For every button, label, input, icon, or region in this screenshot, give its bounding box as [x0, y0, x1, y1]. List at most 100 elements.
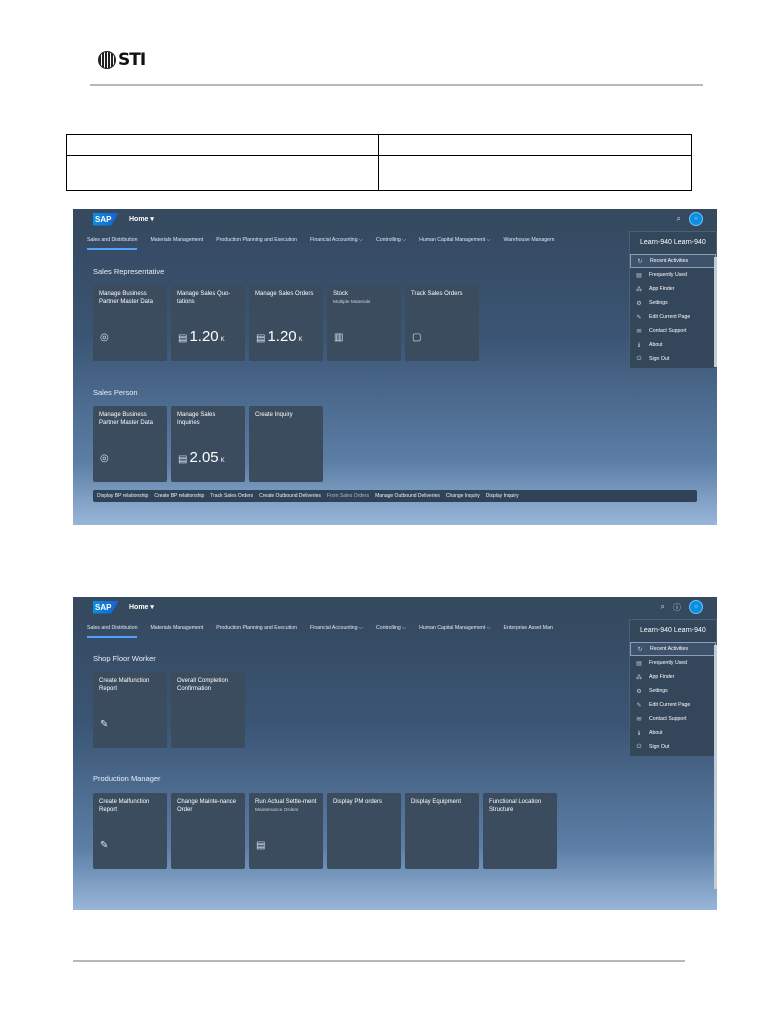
sap-logo[interactable]: SAP: [93, 212, 119, 226]
menu-item-icon: ↻: [637, 258, 643, 265]
app-tile[interactable]: Run Actual Settle-ment Maintenance Orders…: [249, 793, 323, 869]
tab[interactable]: Sales and Distribution: [87, 237, 138, 250]
tab[interactable]: Human Capital Management ⌵: [419, 237, 490, 244]
tab[interactable]: Controlling ⌵: [376, 625, 406, 632]
menu-item[interactable]: ⚙ Settings: [630, 684, 716, 698]
quick-link[interactable]: Display Inquiry: [486, 493, 519, 499]
menu-item[interactable]: ⁂ App Finder: [630, 670, 716, 684]
app-tile[interactable]: Create Malfunction Report ✎: [93, 793, 167, 869]
tab[interactable]: Financial Accounting ⌵: [310, 237, 363, 244]
quick-link[interactable]: Create BP relationship: [154, 493, 204, 499]
tab[interactable]: Human Capital Management ⌵: [419, 625, 490, 632]
app-tile[interactable]: Functional Location Structure: [483, 793, 557, 869]
sap-logo[interactable]: SAP: [93, 600, 119, 614]
quick-link[interactable]: Change Inquiry: [446, 493, 480, 499]
tab[interactable]: Financial Accounting ⌵: [310, 625, 363, 632]
tile-subtitle: Multiple Materials: [333, 299, 371, 305]
tile-kpi: ▤ 1.20 K: [256, 328, 303, 345]
header-rule: [90, 84, 703, 86]
menu-item[interactable]: ⏻ Sign Out: [630, 352, 716, 366]
user-menu: Learn-940 Learn-940 ↻ Recent Activities ▤ Fr…: [629, 619, 717, 757]
app-tile[interactable]: Track Sales Orders ▢: [405, 285, 479, 361]
user-avatar[interactable]: ○: [689, 212, 703, 226]
document-icon: ▤: [256, 333, 266, 344]
table-cell: [67, 135, 379, 155]
group-title: Sales Person: [93, 388, 138, 397]
menu-item[interactable]: ✎ Edit Current Page: [630, 310, 716, 324]
kpi-value: 1.20: [267, 328, 297, 345]
menu-item[interactable]: ⏻ Sign Out: [630, 740, 716, 754]
user-avatar[interactable]: ○: [689, 600, 703, 614]
tab[interactable]: Enterprise Asset Man: [504, 625, 553, 631]
app-tile[interactable]: Create Malfunction Report ✎: [93, 672, 167, 748]
kpi-unit: K: [220, 458, 225, 464]
menu-item-icon: ✉: [636, 328, 642, 335]
menu-item[interactable]: ℹ About: [630, 726, 716, 740]
tile-title: Create Malfunction Report: [99, 678, 150, 692]
tab[interactable]: Warehouse Managem: [504, 237, 555, 243]
kpi-unit: K: [220, 337, 225, 343]
menu-item-label: Sign Out: [649, 356, 670, 362]
help-icon[interactable]: ⓘ: [673, 602, 681, 613]
app-tile[interactable]: Manage Sales Quo-tations ▤ 1.20 K: [171, 285, 245, 361]
tab[interactable]: Materials Management: [150, 237, 203, 243]
quick-link[interactable]: Display BP relationship: [97, 493, 148, 499]
scrollbar[interactable]: [714, 645, 717, 889]
quick-link[interactable]: Create Outbound Deliveries: [259, 493, 321, 499]
tab-bar: Sales and Distribution Materials Manageme…: [73, 229, 717, 251]
menu-item[interactable]: ▤ Frequently Used: [630, 268, 716, 282]
tab[interactable]: Sales and Distribution: [87, 625, 138, 638]
app-tile[interactable]: Manage Business Partner Master Data ◎: [93, 285, 167, 361]
menu-item[interactable]: ✎ Edit Current Page: [630, 698, 716, 712]
home-menu[interactable]: Home ▾: [129, 603, 154, 611]
app-tile[interactable]: Manage Business Partner Master Data ◎: [93, 406, 167, 482]
menu-item-label: Edit Current Page: [649, 702, 691, 708]
menu-item[interactable]: ℹ About: [630, 338, 716, 352]
app-tile[interactable]: Manage Sales Inquiries ▤ 2.05 K: [171, 406, 245, 482]
kpi-unit: K: [298, 337, 303, 343]
search-icon[interactable]: ⌕: [661, 602, 665, 612]
menu-item[interactable]: ⚙ Settings: [630, 296, 716, 310]
app-tile[interactable]: Stock Multiple Materials ▥: [327, 285, 401, 361]
tab[interactable]: Controlling ⌵: [376, 237, 406, 244]
document-icon: ▤: [178, 454, 188, 465]
app-tile[interactable]: Change Mainte-nance Order: [171, 793, 245, 869]
tile-title: Overall Completion Confirmation: [177, 678, 229, 692]
tile-icon: ✎: [100, 719, 109, 730]
tile-icon: ✎: [100, 840, 109, 851]
home-menu[interactable]: Home ▾: [129, 215, 154, 223]
menu-item-icon: ⏻: [636, 355, 642, 362]
app-tile[interactable]: Manage Sales Orders ▤ 1.20 K: [249, 285, 323, 361]
menu-item[interactable]: ↻ Recent Activities: [630, 254, 716, 268]
tile-title: Change Mainte-nance Order: [177, 799, 237, 813]
screenshot-maintenance: SAP Home ▾ ⌕ ⓘ ○ Sales and Distribution M…: [73, 597, 717, 910]
quick-link[interactable]: From Sales Orders: [327, 493, 369, 499]
screenshot-sales: SAP Home ▾ ⌕ ○ Sales and Distribution Mat…: [73, 209, 717, 525]
tab[interactable]: Production Planning and Execution: [216, 625, 297, 631]
menu-item[interactable]: ✉ Contact Support: [630, 712, 716, 726]
menu-item-label: Sign Out: [649, 744, 670, 750]
menu-item-label: App Finder: [649, 286, 675, 292]
menu-item[interactable]: ⁂ App Finder: [630, 282, 716, 296]
app-tile[interactable]: Create Inquiry: [249, 406, 323, 482]
app-tile[interactable]: Display Equipment: [405, 793, 479, 869]
tile-title: Create Malfunction Report: [99, 799, 150, 813]
quick-link[interactable]: Manage Outbound Deliveries: [375, 493, 440, 499]
menu-item-label: Recent Activities: [650, 646, 689, 652]
tile-title: Manage Business Partner Master Data: [99, 412, 154, 426]
tab[interactable]: Production Planning and Execution: [216, 237, 297, 243]
app-tile[interactable]: Overall Completion Confirmation: [171, 672, 245, 748]
menu-item[interactable]: ↻ Recent Activities: [630, 642, 716, 656]
menu-item[interactable]: ▤ Frequently Used: [630, 656, 716, 670]
tile-title: Display Equipment: [411, 799, 462, 805]
app-tile[interactable]: Display PM orders: [327, 793, 401, 869]
menu-item-icon: ⚙: [636, 300, 642, 307]
quick-link[interactable]: Track Sales Orders: [210, 493, 253, 499]
tab[interactable]: Materials Management: [150, 625, 203, 631]
user-name: Learn-940 Learn-940: [640, 239, 706, 246]
menu-item[interactable]: ✉ Contact Support: [630, 324, 716, 338]
scrollbar[interactable]: [714, 257, 717, 367]
search-icon[interactable]: ⌕: [677, 214, 681, 224]
menu-item-icon: ⚙: [636, 688, 642, 695]
kpi-value: 2.05: [189, 449, 219, 466]
